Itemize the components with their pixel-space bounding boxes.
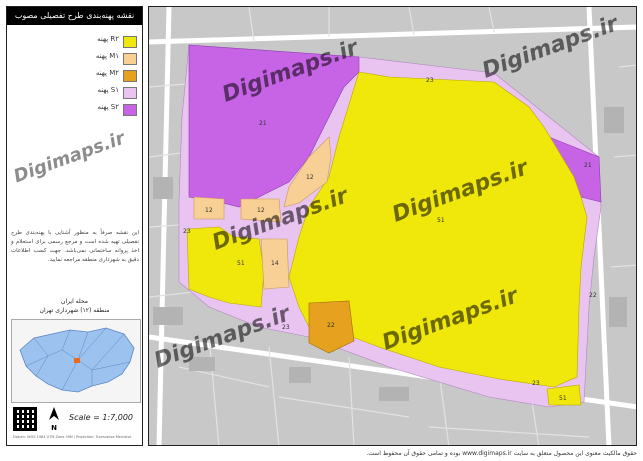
legend-swatch-r2 (123, 36, 137, 48)
legend-label-s1: S۱ پهنه (97, 86, 119, 94)
qr-code-icon (13, 407, 37, 431)
disclaimer-text: این نقشه صرفاً به منظور آشنایی با پهنه‌ب… (11, 230, 139, 263)
zone-label-r2-main: 51 (437, 217, 445, 224)
legend-item-s2: S۲ پهنه (7, 101, 142, 118)
location-inset-map (11, 319, 141, 403)
legend-swatch-s1 (123, 87, 137, 99)
zone-label-s2-north: 21 (259, 120, 267, 127)
legend-item-r2: R۲ پهنه (7, 33, 142, 50)
zone-label-m1-north: 12 (306, 174, 314, 181)
legend-swatch-m1 (123, 53, 137, 65)
map-footer-box: N Scale = 1:7,000 Datum: WGS 1984 UTM Zo… (11, 405, 139, 441)
highlighted-district-marker (74, 358, 80, 363)
legend-swatch-s2 (123, 104, 137, 116)
zone-label-r2-west: 51 (237, 260, 245, 267)
zone-label-r2-small: 51 (559, 395, 567, 402)
legend-label-m2: M۲ پهنه (95, 69, 119, 77)
zone-label-m2-south: 22 (327, 322, 335, 329)
district-name: منطقه (۱۲) شهرداری تهران (39, 307, 110, 314)
map-scale: Scale = 1:7,000 (69, 413, 133, 422)
zone-label-s1-ne: 23 (426, 77, 434, 84)
tehran-districts-map (12, 320, 140, 402)
zone-label-s1-e: 22 (589, 292, 597, 299)
legend-swatch-m2 (123, 70, 137, 82)
watermark: Digimaps.ir (10, 127, 128, 188)
copyright-notice: حقوق مالکیت معنوی این محصول متعلق به سای… (366, 450, 637, 457)
zone-label-s1-se: 23 (532, 380, 540, 387)
legend-item-s1: S۱ پهنه (7, 84, 142, 101)
map-title: نقشه پهنه‌بندی طرح تفصیلی مصوب (7, 7, 142, 25)
legend-item-m1: M۱ پهنه (7, 50, 142, 67)
legend-label-r2: R۲ پهنه (97, 35, 119, 43)
north-arrow-icon: N (45, 407, 63, 432)
legend-label-m1: M۱ پهنه (95, 52, 119, 60)
zoning-map[interactable]: 51 51 51 21 21 12 12 12 14 22 23 23 23 2… (148, 6, 637, 446)
neighborhood-name: محله ایران (61, 298, 88, 305)
region-info: محله ایران منطقه (۱۲) شهرداری تهران (7, 297, 142, 315)
legend: R۲ پهنه M۱ پهنه M۲ پهنه S۱ پهنه S۲ پهنه (7, 33, 142, 118)
map-sheet: نقشه پهنه‌بندی طرح تفصیلی مصوب R۲ پهنه M… (0, 0, 643, 461)
projection-note: Datum: WGS 1984 UTM Zone 39N | Projectio… (13, 435, 132, 439)
legend-panel: نقشه پهنه‌بندی طرح تفصیلی مصوب R۲ پهنه M… (6, 6, 143, 446)
zone-label-s2-east: 21 (584, 162, 592, 169)
zone-label-m1-west-a: 12 (205, 207, 213, 214)
legend-label-s2: S۲ پهنه (97, 103, 119, 111)
zone-label-m1-south: 14 (271, 260, 279, 267)
north-label: N (51, 424, 57, 432)
zone-label-s1-w: 23 (183, 228, 191, 235)
legend-item-m2: M۲ پهنه (7, 67, 142, 84)
